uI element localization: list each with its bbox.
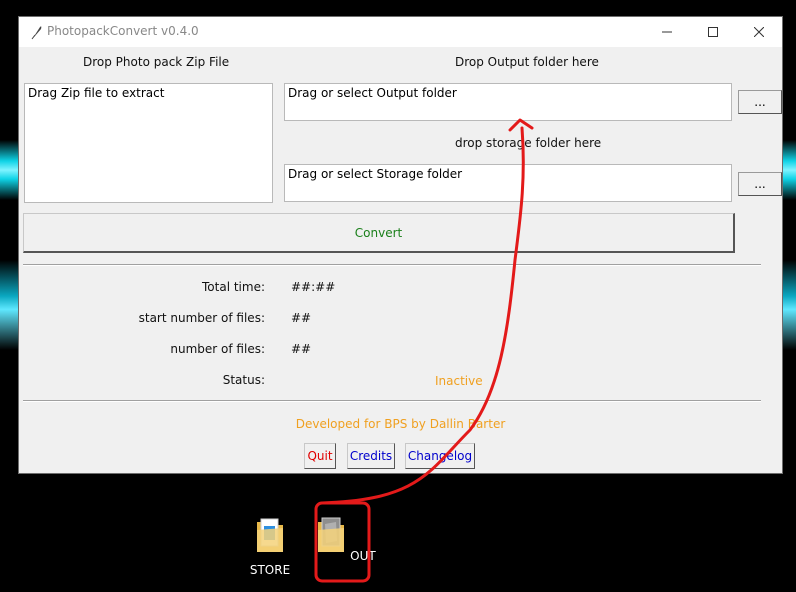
close-icon <box>754 27 764 37</box>
output-folder-field[interactable]: Drag or select Output folder <box>284 83 732 121</box>
separator <box>23 400 761 402</box>
zip-drop-label: Drop Photo pack Zip File <box>83 55 230 69</box>
total-time-label: Total time: <box>202 280 265 294</box>
maximize-icon <box>708 27 718 37</box>
storage-browse-button[interactable]: ... <box>738 172 782 196</box>
output-drop-label: Drop Output folder here <box>455 55 599 69</box>
start-files-label: start number of files: <box>138 311 265 325</box>
status-label: Status: <box>222 373 265 387</box>
desktop-icon-out[interactable]: OUT <box>316 514 376 563</box>
credits-button[interactable]: Credits <box>347 443 395 469</box>
minimize-button[interactable] <box>644 17 690 47</box>
desktop-icon-store[interactable]: STORE <box>240 514 300 577</box>
maximize-button[interactable] <box>690 17 736 47</box>
storage-folder-field[interactable]: Drag or select Storage folder <box>284 164 732 202</box>
title-bar[interactable]: PhotopackConvert v0.4.0 <box>19 17 782 47</box>
minimize-icon <box>662 31 672 33</box>
total-time-value: ##:## <box>291 280 336 294</box>
zip-drop-area[interactable]: Drag Zip file to extract <box>24 83 273 203</box>
app-window: PhotopackConvert v0.4.0 Drop Photo pack … <box>18 16 783 474</box>
start-files-value: ## <box>291 311 312 325</box>
quit-button[interactable]: Quit <box>304 443 336 469</box>
convert-button[interactable]: Convert <box>23 213 735 253</box>
separator <box>23 264 761 266</box>
desktop-icon-label: STORE <box>249 563 291 577</box>
feather-icon <box>31 26 42 40</box>
close-button[interactable] <box>736 17 782 47</box>
status-value: Inactive <box>435 374 483 388</box>
credit-line: Developed for BPS by Dallin Barter <box>295 417 506 431</box>
folder-icon <box>318 517 345 552</box>
changelog-button[interactable]: Changelog <box>405 443 475 469</box>
files-label: number of files: <box>170 342 265 356</box>
window-title: PhotopackConvert v0.4.0 <box>47 24 199 38</box>
folder-icon <box>257 518 283 552</box>
desktop-icon-label: OUT <box>350 549 376 563</box>
output-browse-button[interactable]: ... <box>738 90 782 114</box>
storage-drop-label: drop storage folder here <box>455 136 602 150</box>
files-value: ## <box>291 342 312 356</box>
